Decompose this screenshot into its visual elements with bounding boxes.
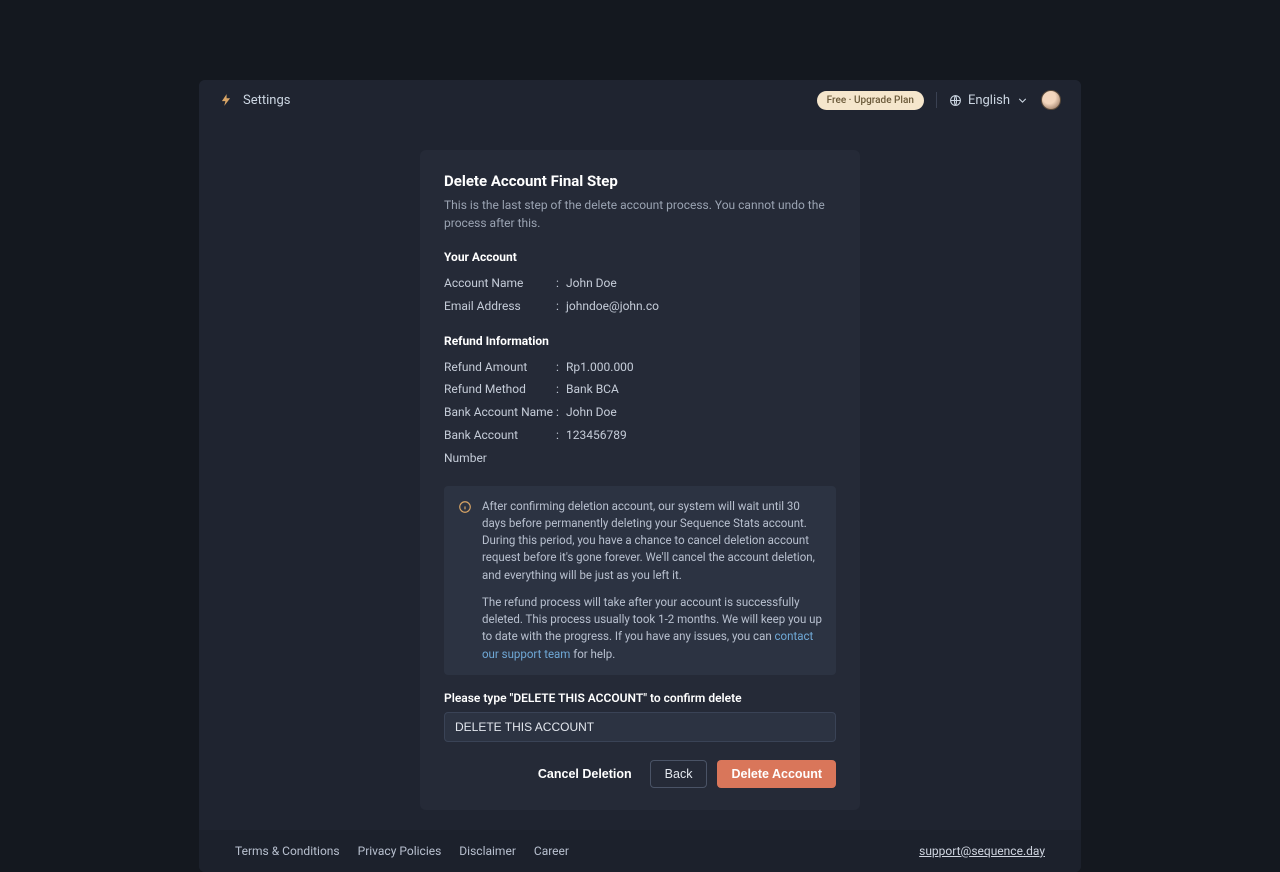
refund-method-label: Refund Method [444, 378, 556, 401]
bank-account-name-value: John Doe [566, 401, 836, 424]
account-name-row: Account Name : John Doe [444, 272, 836, 295]
topbar-right: Free · Upgrade Plan English [817, 90, 1061, 110]
topbar-left: Settings [219, 93, 290, 108]
topbar: Settings Free · Upgrade Plan English [199, 80, 1081, 120]
delete-account-button[interactable]: Delete Account [717, 760, 836, 788]
refund-amount-value: Rp1.000.000 [566, 356, 836, 379]
logo-icon [219, 93, 233, 107]
footer-career-link[interactable]: Career [534, 844, 569, 858]
footer-privacy-link[interactable]: Privacy Policies [358, 844, 442, 858]
bank-account-number-value: 123456789 [566, 424, 836, 470]
card-title: Delete Account Final Step [444, 172, 836, 190]
cancel-deletion-button[interactable]: Cancel Deletion [530, 761, 640, 787]
confirm-label: Please type "DELETE THIS ACCOUNT" to con… [444, 691, 836, 705]
account-section-heading: Your Account [444, 250, 836, 264]
refund-method-value: Bank BCA [566, 378, 836, 401]
account-email-row: Email Address : johndoe@john.co [444, 295, 836, 318]
footer: Terms & Conditions Privacy Policies Disc… [199, 830, 1081, 872]
language-label: English [968, 93, 1010, 108]
footer-support-email[interactable]: support@sequence.day [919, 844, 1045, 858]
refund-amount-label: Refund Amount [444, 356, 556, 379]
app-window: Settings Free · Upgrade Plan English Del… [199, 80, 1081, 872]
footer-terms-link[interactable]: Terms & Conditions [235, 844, 340, 858]
info-icon [458, 500, 472, 514]
globe-icon [949, 94, 962, 107]
content: Delete Account Final Step This is the la… [199, 120, 1081, 830]
bank-account-name-row: Bank Account Name : John Doe [444, 401, 836, 424]
info-paragraph-1: After confirming deletion account, our s… [482, 498, 822, 584]
bank-account-number-label: Bank Account Number [444, 424, 556, 470]
account-email-value: johndoe@john.co [566, 295, 836, 318]
delete-account-card: Delete Account Final Step This is the la… [420, 150, 860, 810]
info-paragraph-2: The refund process will take after your … [482, 594, 822, 663]
chevron-down-icon [1016, 94, 1029, 107]
account-info: Account Name : John Doe Email Address : … [444, 272, 836, 318]
info-box: After confirming deletion account, our s… [444, 486, 836, 675]
divider [936, 92, 937, 108]
account-name-value: John Doe [566, 272, 836, 295]
back-button[interactable]: Back [650, 760, 708, 788]
upgrade-plan-pill[interactable]: Free · Upgrade Plan [817, 91, 924, 110]
account-name-label: Account Name [444, 272, 556, 295]
account-email-label: Email Address [444, 295, 556, 318]
confirm-input[interactable] [444, 712, 836, 742]
bank-account-name-label: Bank Account Name [444, 401, 556, 424]
card-subtitle: This is the last step of the delete acco… [444, 196, 836, 232]
footer-disclaimer-link[interactable]: Disclaimer [459, 844, 516, 858]
page-title: Settings [243, 93, 290, 108]
refund-section-heading: Refund Information [444, 334, 836, 348]
footer-links: Terms & Conditions Privacy Policies Disc… [235, 844, 569, 858]
language-selector[interactable]: English [949, 93, 1029, 108]
avatar[interactable] [1041, 90, 1061, 110]
card-actions: Cancel Deletion Back Delete Account [444, 760, 836, 788]
bank-account-number-row: Bank Account Number : 123456789 [444, 424, 836, 470]
refund-amount-row: Refund Amount : Rp1.000.000 [444, 356, 836, 379]
info-text: After confirming deletion account, our s… [482, 498, 822, 663]
refund-info: Refund Amount : Rp1.000.000 Refund Metho… [444, 356, 836, 470]
refund-method-row: Refund Method : Bank BCA [444, 378, 836, 401]
